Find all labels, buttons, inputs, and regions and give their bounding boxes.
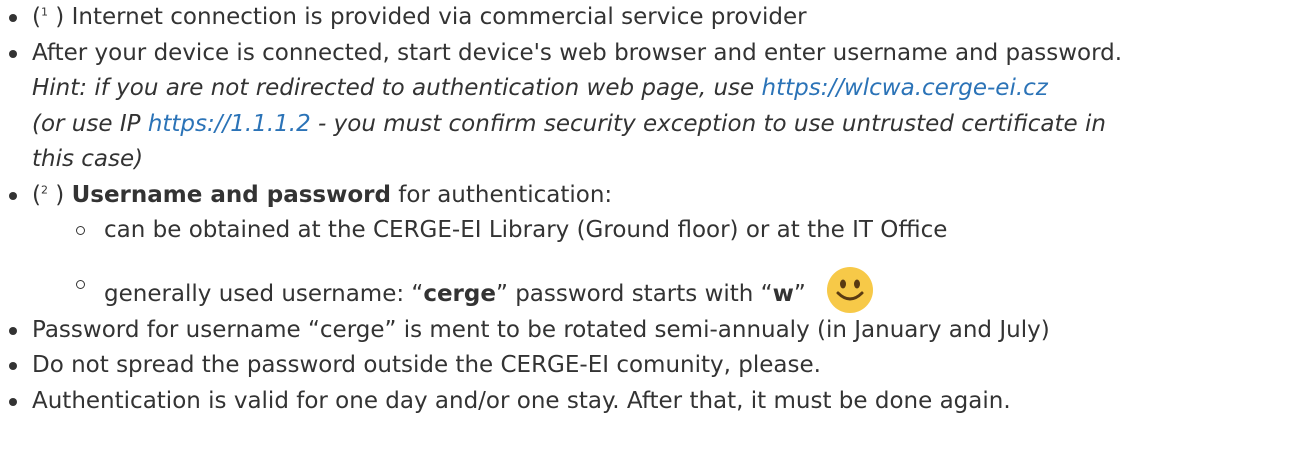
credentials-sublist: can be obtained at the CERGE-EI Library …: [32, 213, 1289, 313]
hint-line-2: (or use IP https://1.1.1.2 - you must co…: [32, 111, 1106, 137]
list-item-username-password: (2 ) Username and password for authentic…: [0, 178, 1289, 313]
list-item-password-rotation: Password for username “cerge” is ment to…: [0, 313, 1289, 349]
hint-line-2-pre: (or use IP: [32, 110, 148, 137]
sublist-item-general-username: generally used username: “cerge” passwor…: [64, 266, 1289, 313]
password-initial: w: [772, 280, 794, 307]
authentication-valid-text: Authentication is valid for one day and/…: [32, 387, 1011, 414]
ip-link[interactable]: https://1.1.1.2: [148, 111, 311, 137]
general-username-mid: ” password starts with “: [495, 280, 773, 307]
footnote-open-paren: (: [32, 4, 41, 30]
footnote-close-paren: ): [47, 4, 65, 30]
list-item-internet-connection: (1 ) Internet connection is provided via…: [0, 0, 1289, 36]
after-connected-text: After your device is connected, start de…: [32, 39, 1123, 66]
obtain-text: can be obtained at the CERGE-EI Library …: [104, 217, 948, 243]
password-rotation-text: Password for username “cerge” is ment to…: [32, 316, 1050, 343]
auth-page-link[interactable]: https://wlcwa.cerge-ei.cz: [762, 75, 1048, 101]
username-password-text: for authentication:: [390, 181, 613, 208]
smiley-face-icon: [827, 266, 874, 313]
footnote-open-paren: (: [32, 181, 41, 208]
general-username-pre: generally used username: “: [104, 280, 424, 307]
info-list: (1 ) Internet connection is provided via…: [0, 0, 1289, 419]
do-not-spread-text: Do not spread the password outside the C…: [32, 352, 821, 378]
username-password-heading: Username and password: [71, 181, 391, 208]
sublist-item-obtain: can be obtained at the CERGE-EI Library …: [64, 213, 1289, 249]
hint-line-3: this case): [32, 146, 144, 172]
internet-connection-text: Internet connection is provided via comm…: [64, 4, 807, 30]
footnote-ref-1[interactable]: 1: [41, 5, 48, 18]
general-username-post: ”: [793, 280, 806, 307]
footnote-close-paren: ): [47, 181, 65, 208]
hint-line-2-post: - you must confirm security exception to…: [310, 110, 1106, 137]
list-item-after-connected: After your device is connected, start de…: [0, 36, 1289, 178]
list-item-do-not-spread: Do not spread the password outside the C…: [0, 348, 1289, 384]
list-item-authentication-valid: Authentication is valid for one day and/…: [0, 384, 1289, 420]
username-value: cerge: [423, 280, 496, 307]
hint-line-1-text: Hint: if you are not redirected to authe…: [32, 75, 762, 101]
footnote-ref-2[interactable]: 2: [41, 183, 48, 196]
hint-line-1: Hint: if you are not redirected to authe…: [32, 75, 1048, 101]
page: (1 ) Internet connection is provided via…: [0, 0, 1289, 474]
